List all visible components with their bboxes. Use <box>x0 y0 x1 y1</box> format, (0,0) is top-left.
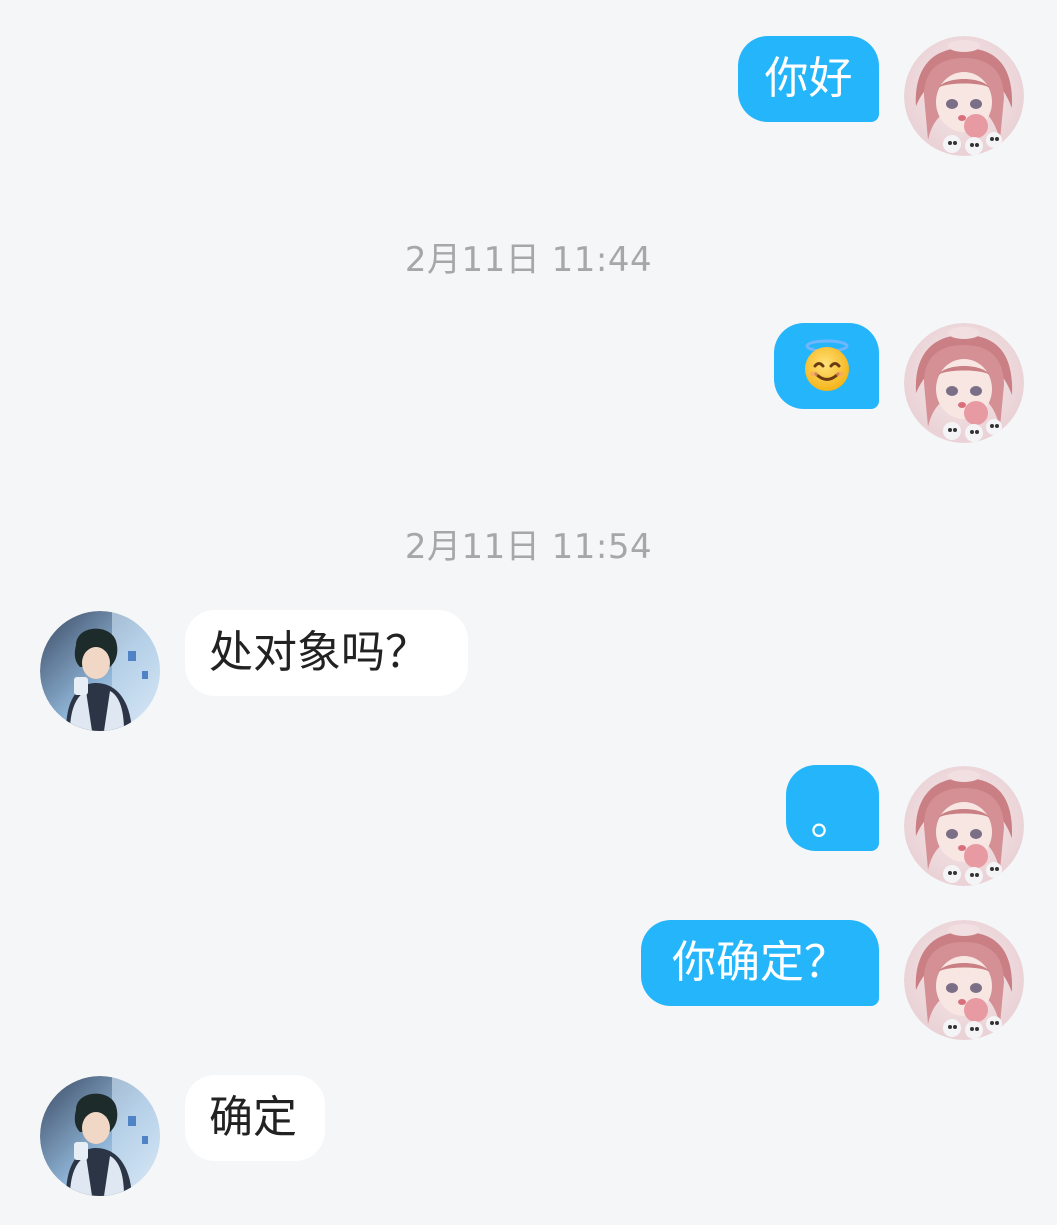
anime-girl-avatar-icon <box>904 920 1024 1040</box>
message-bubble-mine[interactable]: 。 <box>786 765 879 851</box>
anime-girl-avatar-icon <box>904 766 1024 886</box>
message-text: 你确定？ <box>672 937 848 988</box>
my-avatar[interactable] <box>904 36 1024 156</box>
message-text: 你好 <box>764 53 853 104</box>
my-avatar[interactable] <box>904 766 1024 886</box>
message-text: 确定 <box>209 1092 297 1143</box>
timestamp: 2月11日 11:44 <box>404 240 653 280</box>
smiling-face-with-halo-icon <box>804 339 849 391</box>
my-avatar[interactable] <box>904 323 1024 443</box>
message-text: 。 <box>810 794 855 845</box>
message-bubble-mine[interactable]: 你确定？ <box>641 920 879 1006</box>
message-bubble-mine[interactable] <box>774 323 879 409</box>
message-text: 处对象吗？ <box>209 627 429 678</box>
message-bubble-mine[interactable]: 你好 <box>738 36 879 122</box>
their-avatar[interactable] <box>40 611 160 731</box>
message-bubble-theirs[interactable]: 处对象吗？ <box>185 610 468 696</box>
anime-girl-avatar-icon <box>904 36 1024 156</box>
message-bubble-theirs[interactable]: 确定 <box>185 1075 325 1161</box>
anime-boy-avatar-icon <box>40 611 160 731</box>
my-avatar[interactable] <box>904 920 1024 1040</box>
anime-girl-avatar-icon <box>904 323 1024 443</box>
timestamp: 2月11日 11:54 <box>404 527 653 567</box>
anime-boy-avatar-icon <box>40 1076 160 1196</box>
their-avatar[interactable] <box>40 1076 160 1196</box>
